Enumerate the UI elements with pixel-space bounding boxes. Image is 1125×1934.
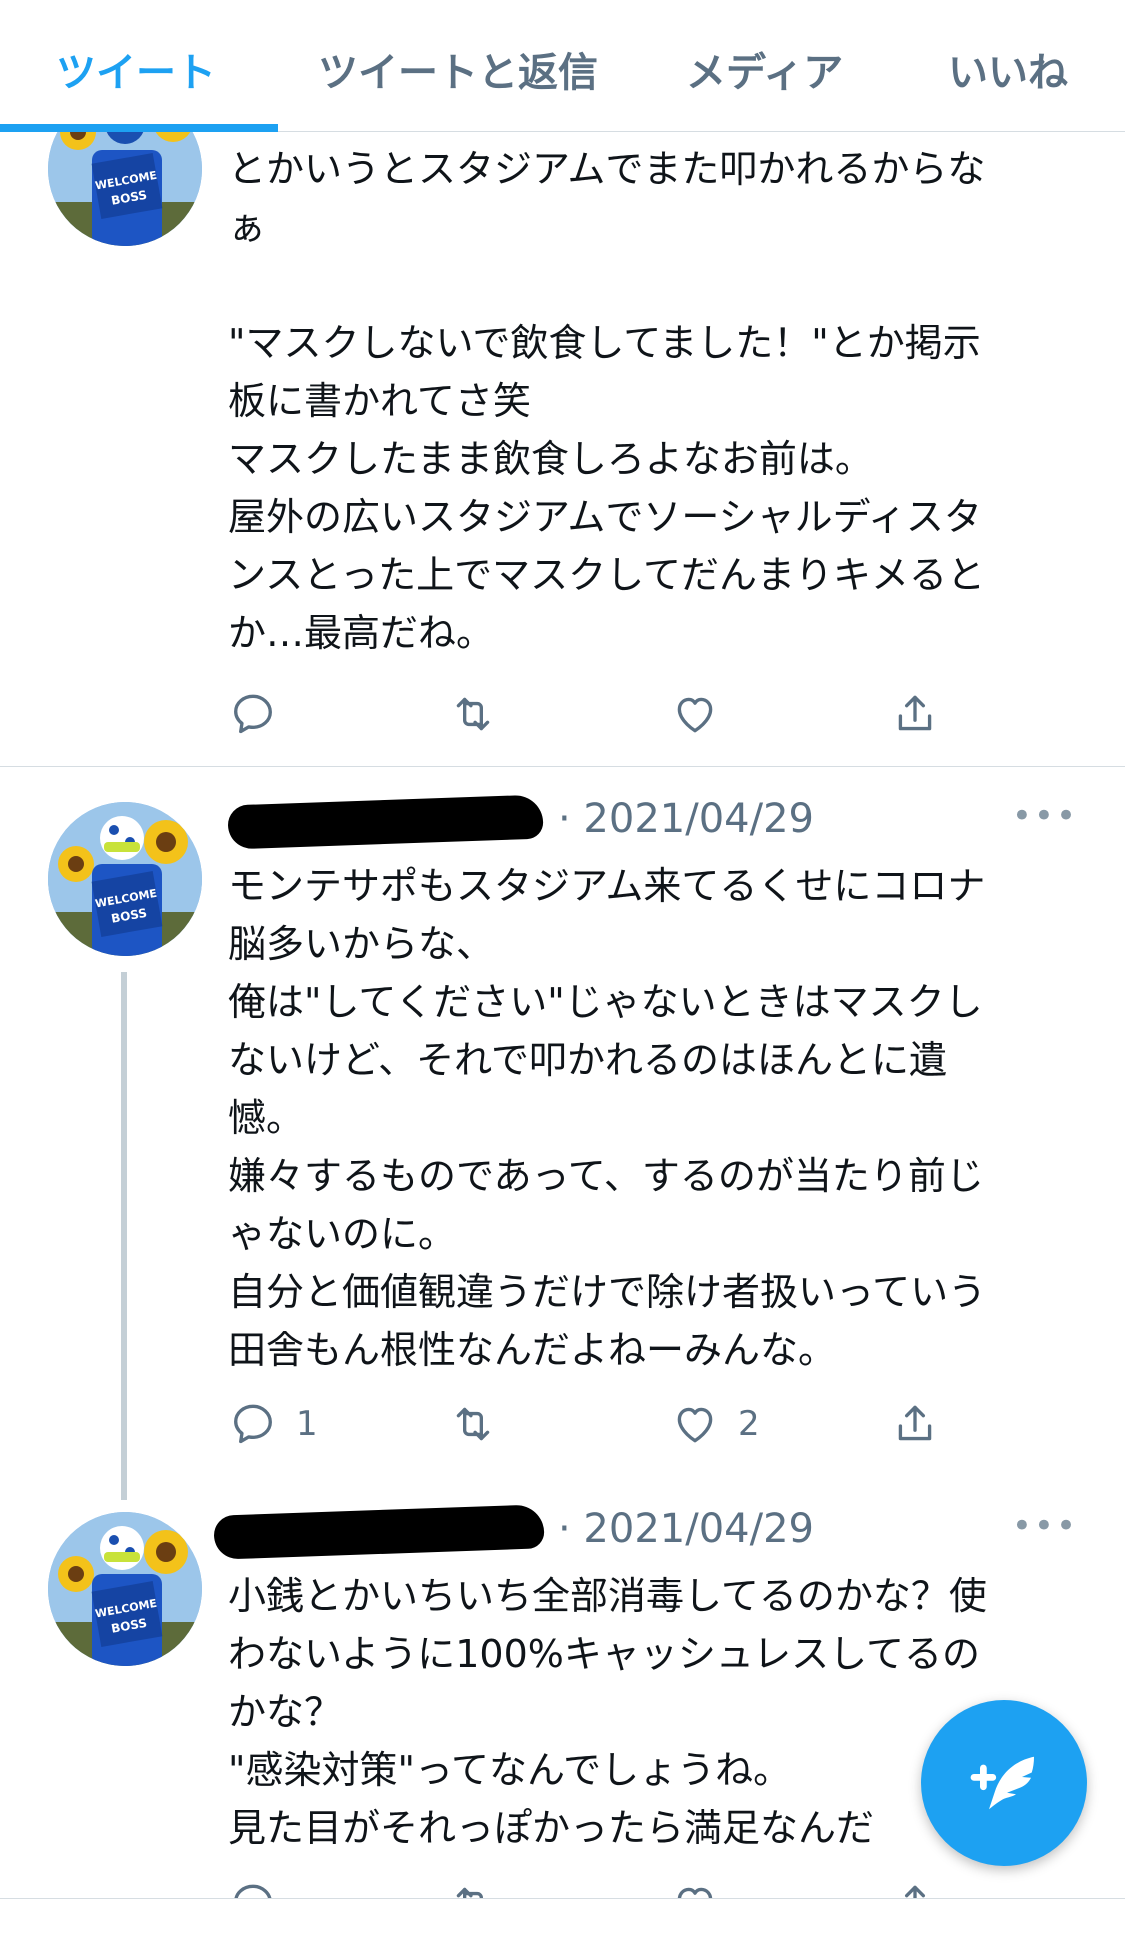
retweet-icon [456, 697, 490, 731]
reply-count: 1 [296, 1404, 318, 1444]
compose-tweet-icon [970, 1756, 1034, 1810]
tab-tweets[interactable]: ツイート [56, 40, 216, 98]
tweet-date[interactable]: · 2021/04/29 [558, 796, 814, 842]
tab-tweets-and-replies[interactable]: ツイートと返信 [318, 40, 598, 98]
tweet-text: モンテサポもスタジアム来てるくせにコロナ 脳多いからな、 俺は"してください"じ… [228, 864, 987, 1372]
reply-button[interactable] [228, 684, 296, 744]
bottom-bar-divider [0, 1898, 1125, 1899]
more-options-button[interactable]: ••• [1012, 796, 1078, 836]
retweet-icon [456, 1407, 490, 1441]
tweet-divider [0, 766, 1125, 767]
reply-icon [234, 694, 272, 734]
retweet-icon [456, 1887, 483, 1898]
retweet-button[interactable] [448, 1394, 516, 1454]
avatar-image: WELCOME BOSS [48, 802, 202, 956]
more-options-button[interactable]: ••• [1012, 1506, 1078, 1546]
retweet-button[interactable] [448, 1874, 498, 1898]
share-icon [898, 1405, 932, 1441]
share-button[interactable] [890, 1874, 940, 1898]
heart-icon [677, 1887, 713, 1898]
tweet-header: · 2021/04/29 ••• [213, 1504, 1078, 1560]
reply-button[interactable]: 1 [228, 1394, 318, 1454]
redacted-username [227, 794, 544, 850]
tweet-date[interactable]: · 2021/04/29 [558, 1506, 814, 1552]
share-button[interactable] [890, 1394, 940, 1454]
share-icon [905, 1885, 925, 1898]
like-count: 2 [738, 1404, 760, 1444]
share-icon [898, 695, 932, 731]
tweet-text: とかいうとスタジアムでまた叩かれるからな ぁ "マスクしないで飲食してました！"… [228, 147, 986, 655]
share-button[interactable] [890, 684, 940, 744]
tab-media[interactable]: メディア [686, 40, 843, 98]
heart-icon [677, 1407, 713, 1443]
avatar[interactable]: WELCOME BOSS [48, 802, 202, 956]
compose-tweet-button[interactable] [921, 1700, 1087, 1866]
reply-icon [234, 1404, 272, 1444]
reply-icon [234, 1884, 272, 1898]
profile-tabs: ツイート ツイートと返信 メディア いいね [0, 0, 1125, 132]
tweet-actions [228, 684, 1078, 744]
tab-likes[interactable]: いいね [948, 40, 1068, 98]
like-button[interactable] [670, 684, 738, 744]
like-button[interactable]: 2 [670, 1394, 760, 1454]
like-button[interactable] [670, 1874, 720, 1898]
tweet-actions: 1 2 [228, 1394, 1078, 1454]
heart-icon [677, 697, 713, 733]
avatar[interactable]: WELCOME BOSS [48, 1512, 202, 1666]
tweet-header: · 2021/04/29 ••• [227, 794, 1078, 850]
avatar-image: WELCOME BOSS [48, 1512, 202, 1666]
active-tab-indicator [0, 124, 278, 132]
redacted-username [213, 1504, 545, 1560]
thread-connector-line [121, 972, 127, 1500]
reply-button[interactable] [228, 1874, 278, 1898]
tweet-actions [228, 1874, 1078, 1898]
retweet-button[interactable] [448, 684, 516, 744]
